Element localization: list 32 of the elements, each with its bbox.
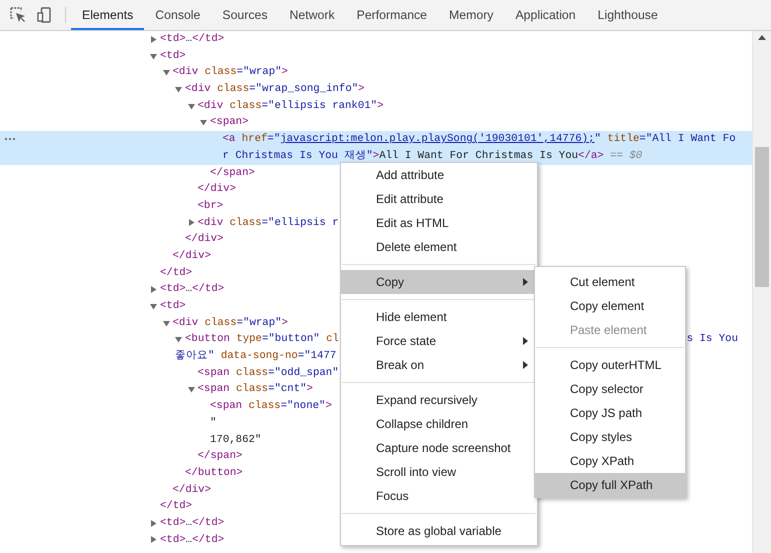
- code-line: 좋아요" data-song-no="1477: [175, 349, 336, 364]
- code-line: 170,862": [210, 432, 262, 448]
- code-line: <div class="ellipsis r: [198, 216, 339, 231]
- code-line: <td>…</td>: [160, 32, 224, 47]
- code-line: <td>…</td>: [160, 532, 224, 548]
- code-line: <span>: [210, 115, 248, 130]
- code-line: r Christmas Is You 재생">All I Want For Christmas Is You</a> == $0: [222, 148, 642, 164]
- code-line: <td>…</td>: [160, 516, 224, 531]
- code-line: </div>: [198, 182, 236, 198]
- code-line: <span class="odd_span": [198, 366, 339, 381]
- code-line: ": [210, 416, 216, 431]
- code-line: <div class="wrap">: [172, 65, 288, 80]
- code-line: </td>: [160, 266, 192, 281]
- code-line: <span class="none">: [210, 399, 332, 414]
- code-line: </span>: [210, 166, 255, 180]
- code-line: <button type="button" cl: [185, 332, 339, 348]
- code-line: </td>: [160, 499, 192, 514]
- code-line: <div class="wrap">: [172, 316, 288, 331]
- code-line: <div class="wrap_song_info">: [185, 82, 365, 98]
- code-line: <a href="javascript:melon.play.playSong('19030101',14776);" title="All I Want Fo: [222, 132, 736, 148]
- code-line: </div>: [185, 232, 224, 248]
- code-line: </button>: [185, 466, 243, 481]
- code-line: </span>: [198, 449, 242, 464]
- code-line: <div class="ellipsis rank01">: [198, 98, 384, 114]
- code-line: <td>: [160, 48, 186, 64]
- code-line: </div>: [172, 482, 211, 498]
- code-fragment: s Is You: [686, 332, 738, 348]
- code-line: <br>: [198, 198, 224, 214]
- code-line: </div>: [172, 248, 211, 264]
- code-line: <span class="cnt">: [198, 382, 313, 398]
- code-line: <td>…</td>: [160, 282, 224, 298]
- code-line: <td>: [160, 299, 186, 314]
